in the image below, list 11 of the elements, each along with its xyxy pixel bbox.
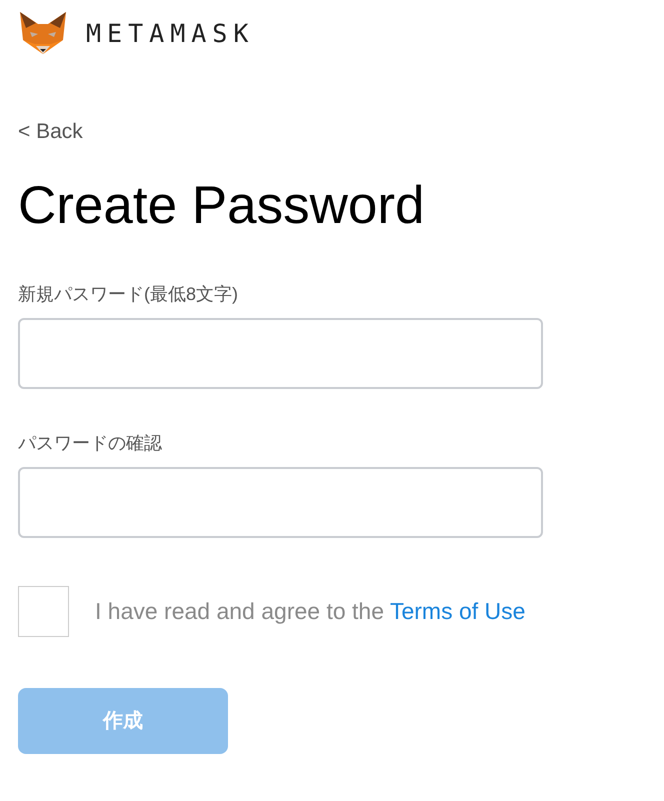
field-label: パスワードの確認 — [18, 432, 163, 455]
logo-wordmark: METAMASK — [86, 18, 254, 48]
terms-sentence: I have read and agree to the Terms of Use — [95, 598, 526, 625]
terms-link[interactable]: Terms of Use — [390, 598, 526, 624]
terms-checkbox[interactable] — [18, 586, 69, 637]
password-field[interactable] — [18, 466, 543, 538]
fox-logo-icon — [18, 10, 68, 56]
page-title: Create Password — [18, 175, 426, 237]
password-field[interactable] — [18, 318, 543, 389]
back-link[interactable]: < Back — [18, 120, 83, 144]
field-label: 新規パスワード(最低8文字) — [18, 282, 239, 306]
